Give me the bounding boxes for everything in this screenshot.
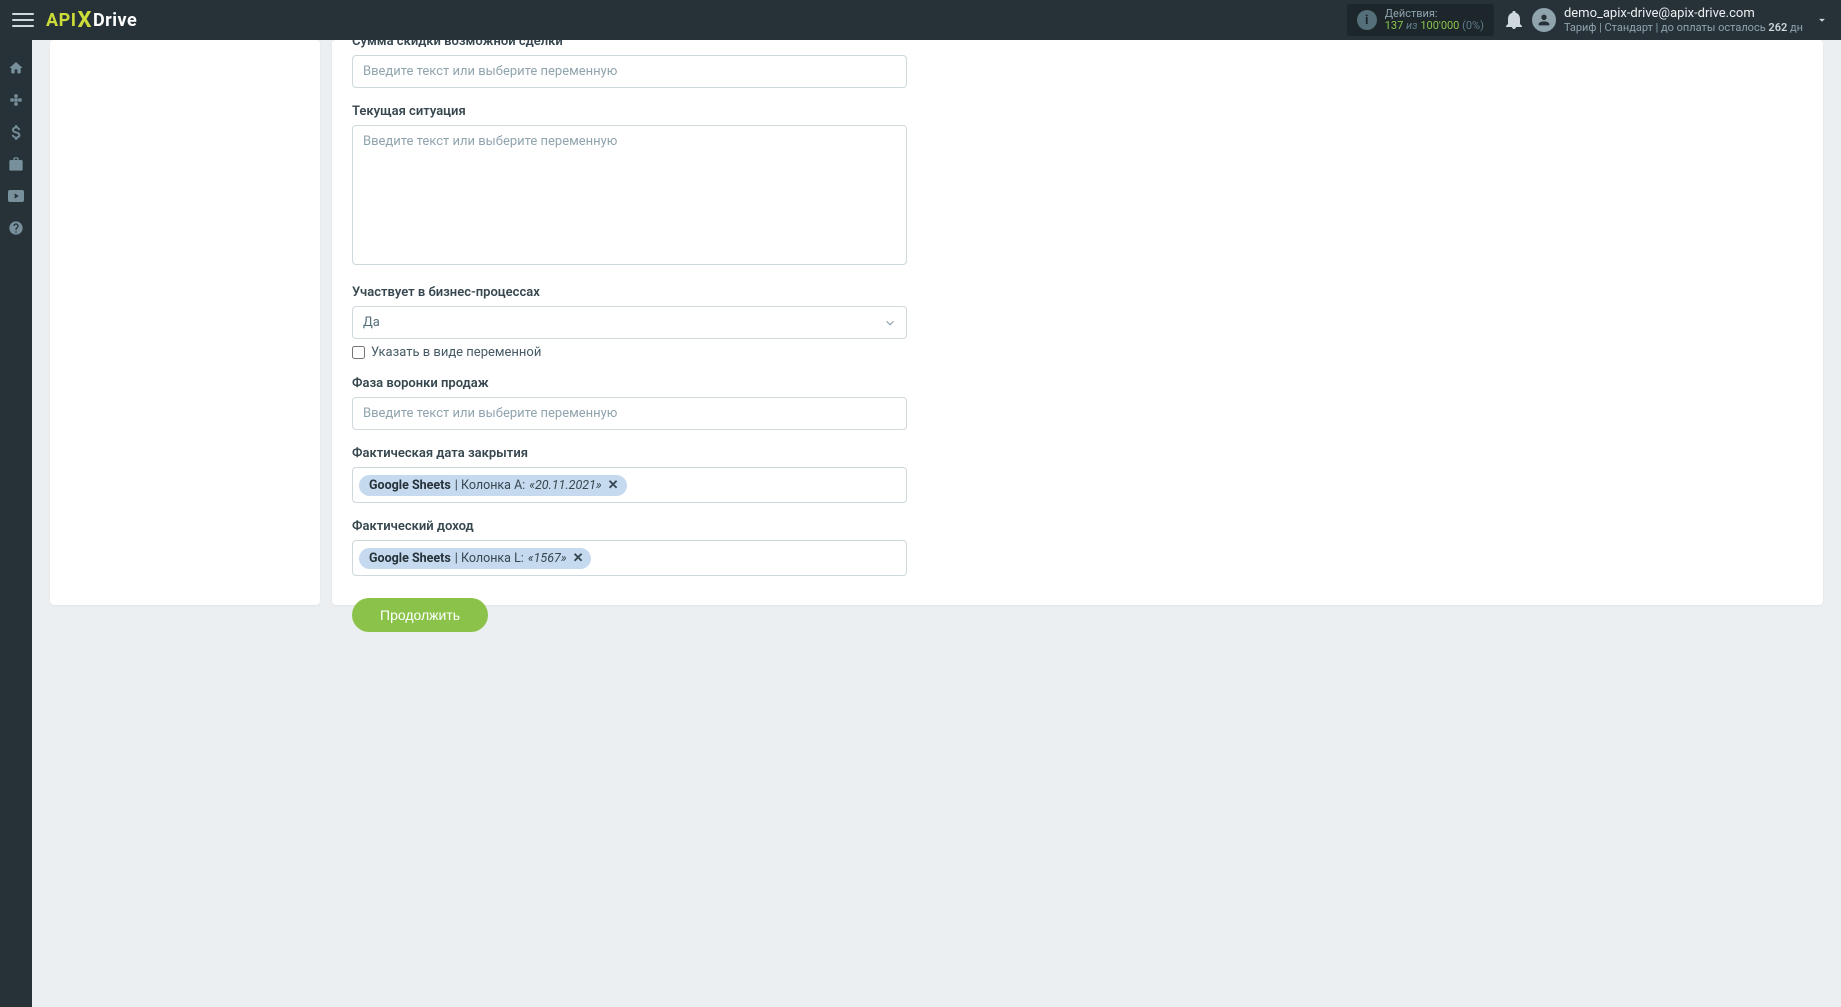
discount-label: Сумма скидки возможной сделки [352,40,907,49]
logo-x: X [77,8,91,33]
continue-button[interactable]: Продолжить [352,598,488,632]
remove-tag-icon[interactable]: ✕ [608,478,619,493]
left-panel [50,40,320,605]
income-input[interactable]: Google Sheets | Колонка L: «1567» ✕ [352,540,907,576]
situation-textarea[interactable] [352,125,907,265]
business-select[interactable]: Да [352,306,907,339]
sidebar-connections[interactable] [0,90,32,110]
situation-label: Текущая ситуация [352,104,907,119]
discount-input[interactable] [352,55,907,88]
chevron-down-icon[interactable] [1815,13,1829,27]
top-header: APIXDrive i Действия: 137 из 100'000 (0%… [0,0,1841,40]
sidebar-help[interactable] [0,218,32,238]
avatar-icon [1532,8,1556,32]
sidebar [0,40,32,1007]
close-date-label: Фактическая дата закрытия [352,446,907,461]
actions-counter[interactable]: i Действия: 137 из 100'000 (0%) [1347,4,1494,36]
funnel-label: Фаза воронки продаж [352,376,907,391]
business-label: Участвует в бизнес-процессах [352,285,907,300]
user-block[interactable]: demo_apix-drive@apix-drive.com Тариф | С… [1532,6,1803,35]
menu-toggle[interactable] [12,9,34,31]
income-tag: Google Sheets | Колонка L: «1567» ✕ [359,548,591,569]
remove-tag-icon[interactable]: ✕ [573,551,584,566]
actions-value: 137 из 100'000 (0%) [1385,20,1484,32]
info-icon: i [1357,10,1377,30]
bell-icon[interactable] [1506,11,1522,29]
close-date-input[interactable]: Google Sheets | Колонка A: «20.11.2021» … [352,467,907,503]
logo[interactable]: APIXDrive [46,8,137,33]
variable-checkbox-label: Указать в виде переменной [371,345,541,360]
sidebar-billing[interactable] [0,122,32,142]
variable-checkbox[interactable] [352,346,365,359]
right-panel: Сумма скидки возможной сделки Текущая си… [332,40,1823,605]
sidebar-video[interactable] [0,186,32,206]
main-content: Сумма скидки возможной сделки Текущая си… [32,40,1841,1007]
user-email: demo_apix-drive@apix-drive.com [1564,6,1803,22]
logo-api: API [46,10,76,31]
user-tariff: Тариф | Стандарт | до оплаты осталось 26… [1564,21,1803,34]
sidebar-toolbox[interactable] [0,154,32,174]
close-date-tag: Google Sheets | Колонка A: «20.11.2021» … [359,475,627,496]
logo-drive: Drive [93,10,137,31]
sidebar-home[interactable] [0,58,32,78]
funnel-input[interactable] [352,397,907,430]
income-label: Фактический доход [352,519,907,534]
